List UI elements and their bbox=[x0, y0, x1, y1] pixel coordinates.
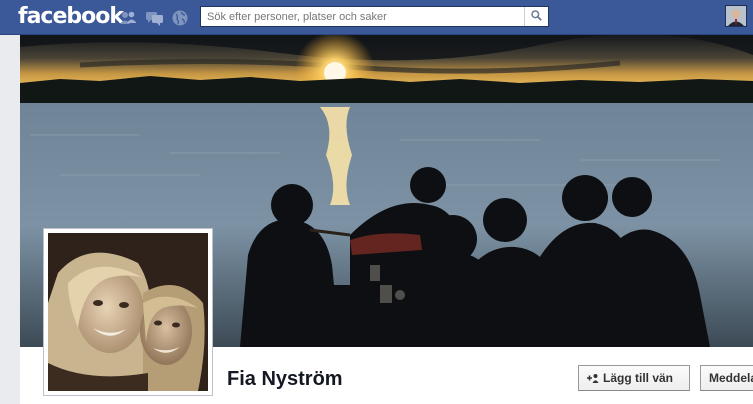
search-icon bbox=[531, 8, 542, 26]
profile-name: Fia Nyström bbox=[227, 368, 343, 390]
message-label: Meddelande bbox=[709, 371, 753, 385]
profile-picture-frame[interactable] bbox=[43, 228, 213, 396]
facebook-logo[interactable]: facebook bbox=[18, 3, 124, 31]
add-friend-icon bbox=[587, 367, 599, 390]
message-button[interactable]: Meddelande bbox=[700, 365, 753, 391]
search-button[interactable] bbox=[524, 7, 548, 26]
notifications-icon[interactable] bbox=[172, 10, 188, 26]
search-input[interactable] bbox=[201, 7, 523, 26]
messages-icon[interactable] bbox=[146, 10, 163, 26]
page-margin bbox=[0, 35, 20, 404]
add-friend-button[interactable]: Lägg till vän bbox=[578, 365, 690, 391]
search-box bbox=[200, 6, 549, 27]
profile-picture bbox=[48, 233, 208, 391]
user-avatar[interactable] bbox=[725, 5, 747, 27]
friend-requests-icon[interactable] bbox=[120, 10, 137, 26]
add-friend-label: Lägg till vän bbox=[603, 371, 674, 385]
top-navigation-bar: facebook bbox=[0, 0, 753, 35]
